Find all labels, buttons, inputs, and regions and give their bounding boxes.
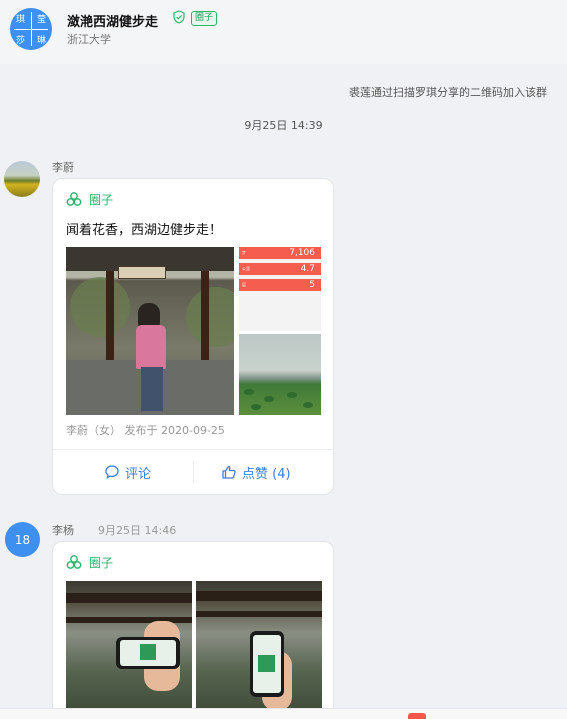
photo-detail <box>196 591 322 601</box>
post-photo[interactable]: 步 7,106 公里 4.7 层 5 <box>239 247 321 331</box>
chat-header: 琪 莹 莎 琳 潋滟西湖健步走 圈子 浙江大学 <box>0 0 567 64</box>
comment-label: 评论 <box>125 466 152 482</box>
avatar-char: 琪 <box>15 15 25 25</box>
post-photo[interactable] <box>66 247 234 415</box>
group-subtitle: 浙江大学 <box>67 33 111 46</box>
divider <box>53 449 333 450</box>
health-row-value: 4.7 <box>300 264 315 274</box>
health-row-unit: 步 <box>242 250 246 255</box>
photo-detail <box>66 593 192 603</box>
quan-circle-icon <box>66 555 82 569</box>
avatar-char: 琳 <box>36 36 46 46</box>
quan-post-card[interactable]: 圈子 闻着花香，西湖边健步走！ 步 7,106 公里 4.7 层 5 李蔚（女）… <box>52 178 334 495</box>
photo-detail <box>196 611 322 617</box>
post-photo[interactable] <box>196 581 322 711</box>
comment-icon <box>105 465 119 479</box>
photo-detail <box>287 392 297 398</box>
health-stat-row: 公里 4.7 <box>239 263 321 275</box>
post-photo[interactable] <box>239 334 321 415</box>
health-stat-row: 层 5 <box>239 279 321 291</box>
health-row-value: 5 <box>309 280 315 290</box>
notification-indicator[interactable] <box>408 713 426 719</box>
card-header[interactable]: 圈子 <box>66 553 113 571</box>
card-label: 圈子 <box>89 192 114 207</box>
thumbs-up-icon <box>222 465 236 479</box>
photo-detail <box>251 404 261 410</box>
avatar[interactable] <box>4 161 40 197</box>
post-text: 闻着花香，西湖边健步走！ <box>66 223 223 238</box>
health-row-value: 7,106 <box>289 248 315 258</box>
photo-detail <box>118 266 166 279</box>
like-label: 点赞 (4) <box>242 466 291 482</box>
group-avatar[interactable]: 琪 莹 莎 琳 <box>10 8 52 50</box>
system-message: 裘莲通过扫描罗琪分享的二维码加入该群 <box>349 86 547 99</box>
divider <box>193 461 194 483</box>
card-label: 圈子 <box>89 555 114 570</box>
group-title[interactable]: 潋滟西湖健步走 <box>67 11 158 30</box>
health-row-unit: 公里 <box>242 266 250 271</box>
quan-badge: 圈子 <box>191 11 218 26</box>
post-meta: 李蔚（女） 发布于 2020-09-25 <box>66 424 225 437</box>
avatar-char: 莹 <box>36 15 46 25</box>
bottom-bar <box>0 708 567 719</box>
health-row-unit: 层 <box>242 282 246 287</box>
quan-circle-icon <box>66 192 82 206</box>
sender-name[interactable]: 李蔚 <box>52 159 74 175</box>
photo-detail <box>303 402 313 408</box>
timestamp: 9月25日 14:39 <box>244 119 323 132</box>
like-button[interactable]: 点赞 (4) <box>221 462 291 482</box>
photo-detail <box>264 396 274 402</box>
photo-detail <box>141 367 163 411</box>
photo-detail <box>140 644 156 660</box>
sender-name[interactable]: 李杨 <box>52 522 74 538</box>
photo-detail <box>244 389 254 395</box>
card-header[interactable]: 圈子 <box>66 190 113 208</box>
post-photo[interactable] <box>66 581 192 711</box>
photo-detail <box>258 655 275 672</box>
health-stat-row: 步 7,106 <box>239 247 321 259</box>
quan-post-card[interactable]: 圈子 <box>52 541 334 719</box>
avatar[interactable]: 18 <box>5 522 40 557</box>
verified-shield-icon <box>173 10 185 24</box>
avatar-char: 莎 <box>15 36 25 46</box>
comment-button[interactable]: 评论 <box>104 462 151 482</box>
message-time: 9月25日 14:46 <box>98 524 177 537</box>
photo-detail <box>186 287 234 347</box>
photo-detail <box>70 277 130 337</box>
photo-detail <box>136 325 166 369</box>
avatar-divider <box>14 28 48 30</box>
